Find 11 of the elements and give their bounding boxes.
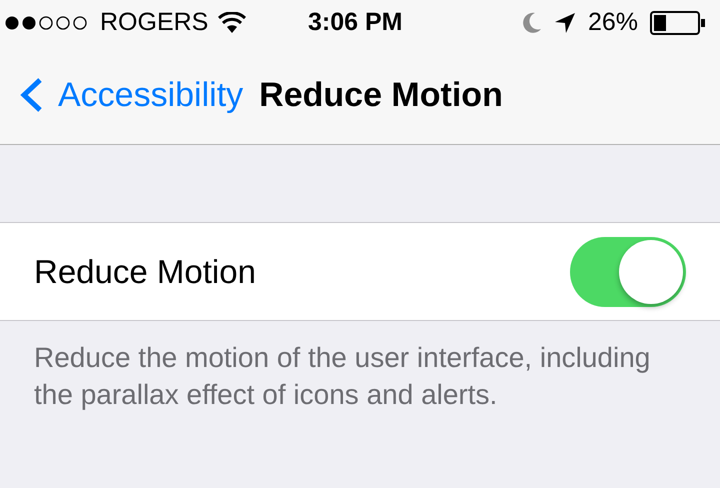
back-button[interactable]: Accessibility [0,70,244,120]
clock-time: 3:06 PM [308,7,402,38]
battery-percentage: 26% [588,7,638,38]
nav-title: Reduce Motion [259,74,503,116]
carrier-name: ROGERS [100,7,208,38]
wifi-icon [218,12,246,34]
moon-icon [522,12,542,34]
setting-label: Reduce Motion [34,252,256,292]
footer-description: Reduce the motion of the user interface, including the parallax effect of icons and alerts. [33,341,652,412]
location-arrow-icon [554,12,576,34]
battery-icon [650,11,706,35]
